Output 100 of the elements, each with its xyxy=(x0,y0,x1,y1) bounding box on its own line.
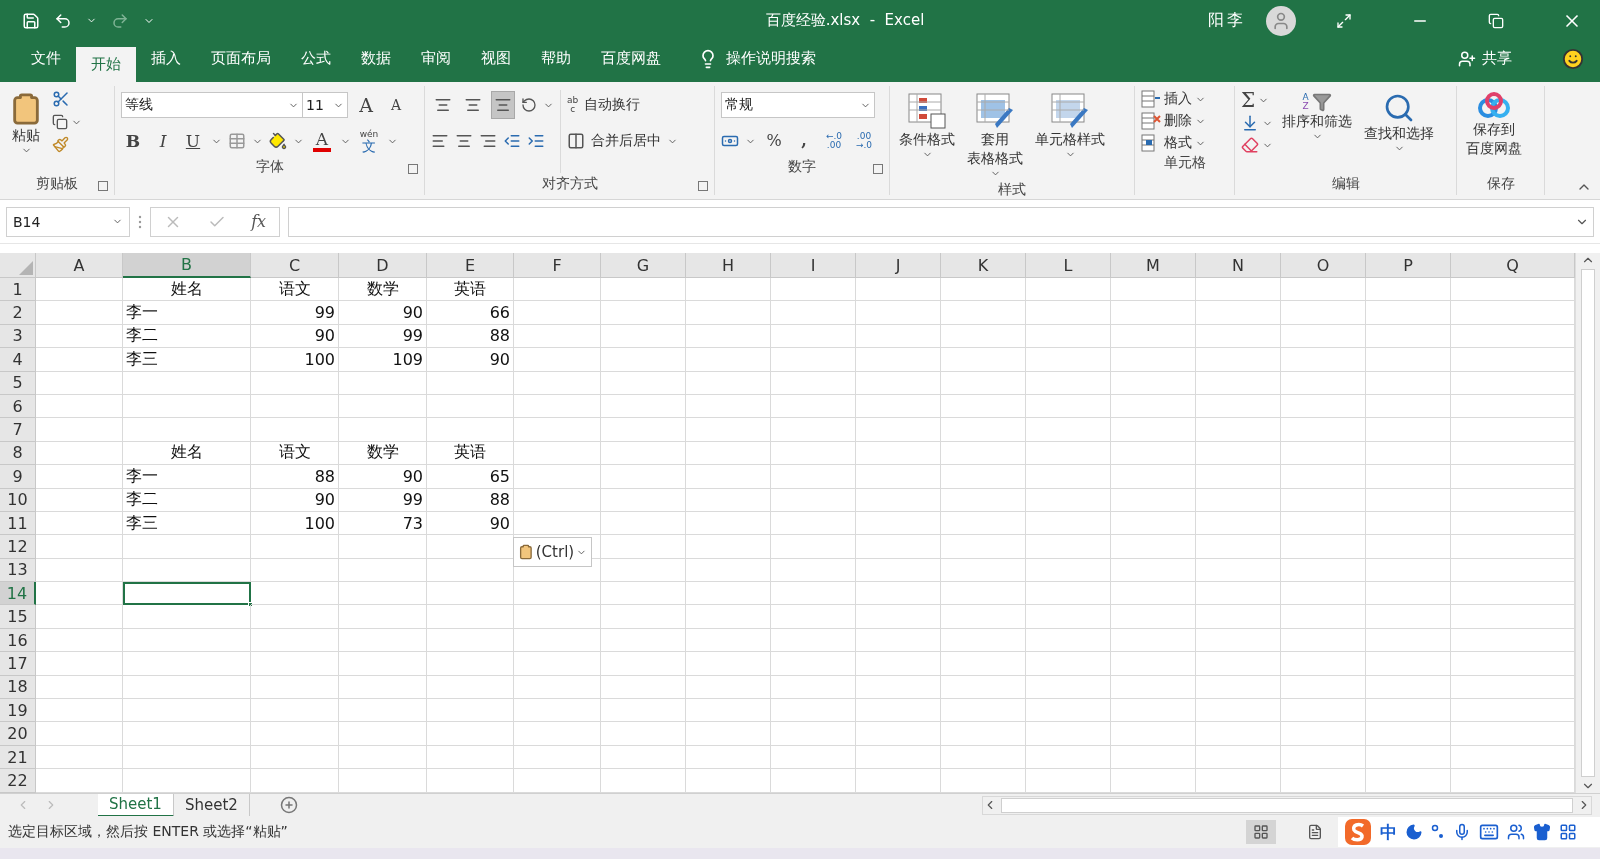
empty-cell[interactable] xyxy=(771,441,856,466)
row-header[interactable]: 21 xyxy=(0,745,36,770)
empty-cell[interactable] xyxy=(1196,652,1281,676)
empty-cell[interactable] xyxy=(1111,465,1196,489)
empty-cell[interactable] xyxy=(771,652,856,676)
font-color-button[interactable]: A xyxy=(310,127,334,155)
empty-cell[interactable] xyxy=(339,675,427,700)
empty-cell[interactable] xyxy=(771,394,856,419)
empty-cell[interactable] xyxy=(1366,722,1451,746)
empty-cell[interactable] xyxy=(1111,418,1196,442)
sort-filter-button[interactable]: A Z 排序和筛选 xyxy=(1279,90,1355,173)
row-header[interactable]: 16 xyxy=(0,628,36,653)
redo-icon[interactable] xyxy=(111,11,129,30)
empty-cell[interactable] xyxy=(514,324,601,349)
empty-cell[interactable] xyxy=(1281,348,1366,372)
empty-cell[interactable] xyxy=(1196,605,1281,629)
styles-button[interactable]: 单元格样式 xyxy=(1032,90,1108,181)
empty-cell[interactable] xyxy=(686,418,771,442)
empty-cell[interactable] xyxy=(251,535,339,559)
empty-cell[interactable] xyxy=(686,301,771,325)
align-left-icon[interactable] xyxy=(431,132,449,150)
empty-cell[interactable] xyxy=(123,605,251,629)
empty-cell[interactable] xyxy=(514,465,601,489)
ribbon-tab[interactable]: 视图 xyxy=(466,41,526,76)
ribbon-display-icon[interactable] xyxy=(1336,12,1352,29)
empty-cell[interactable] xyxy=(686,535,771,559)
empty-cell[interactable] xyxy=(1281,769,1366,793)
empty-cell[interactable] xyxy=(686,722,771,746)
empty-cell[interactable] xyxy=(941,628,1026,653)
empty-cell[interactable] xyxy=(1366,535,1451,559)
empty-cell[interactable] xyxy=(1366,441,1451,466)
empty-cell[interactable] xyxy=(427,722,514,746)
bottom-align-button[interactable] xyxy=(491,91,515,119)
smiley-icon[interactable] xyxy=(1562,47,1584,70)
normal-view-button[interactable] xyxy=(1246,820,1276,844)
empty-cell[interactable] xyxy=(941,769,1026,793)
empty-cell[interactable] xyxy=(1196,699,1281,723)
empty-cell[interactable] xyxy=(514,418,601,442)
empty-cell[interactable] xyxy=(1111,301,1196,325)
empty-cell[interactable] xyxy=(601,418,686,442)
empty-cell[interactable] xyxy=(514,488,601,512)
empty-cell[interactable] xyxy=(1366,301,1451,325)
borders-icon[interactable] xyxy=(228,132,246,150)
empty-cell[interactable] xyxy=(514,628,601,653)
row-header[interactable]: 11 xyxy=(0,511,36,536)
empty-cell[interactable] xyxy=(1111,675,1196,700)
wrap-text-button[interactable]: 自动换行 xyxy=(584,96,641,114)
empty-cell[interactable] xyxy=(123,722,251,746)
empty-cell[interactable] xyxy=(941,511,1026,536)
empty-cell[interactable] xyxy=(1111,722,1196,746)
column-header[interactable]: I xyxy=(771,253,856,278)
empty-cell[interactable] xyxy=(1026,675,1111,700)
empty-cell[interactable] xyxy=(941,465,1026,489)
empty-cell[interactable] xyxy=(339,745,427,770)
empty-cell[interactable] xyxy=(251,582,339,606)
empty-cell[interactable] xyxy=(1281,675,1366,700)
row-header[interactable]: 5 xyxy=(0,371,36,395)
column-header[interactable]: P xyxy=(1366,253,1451,278)
italic-button[interactable]: I xyxy=(151,127,175,155)
paste-options-menu[interactable]: (Ctrl) xyxy=(513,537,592,567)
empty-cell[interactable] xyxy=(771,488,856,512)
empty-cell[interactable] xyxy=(1111,699,1196,723)
drag-handle-icon[interactable] xyxy=(138,214,142,229)
merge-icon[interactable] xyxy=(567,132,585,150)
cells-button[interactable]: 格式 xyxy=(1164,134,1192,152)
empty-cell[interactable] xyxy=(771,465,856,489)
empty-cell[interactable] xyxy=(686,675,771,700)
shrink-font-button[interactable]: A xyxy=(384,91,408,119)
empty-cell[interactable] xyxy=(251,722,339,746)
empty-cell[interactable] xyxy=(941,278,1026,302)
dialog-launcher-icon[interactable] xyxy=(698,181,708,191)
empty-cell[interactable] xyxy=(941,558,1026,583)
empty-cell[interactable] xyxy=(427,582,514,606)
empty-cell[interactable] xyxy=(1366,418,1451,442)
empty-cell[interactable] xyxy=(1026,418,1111,442)
empty-cell[interactable] xyxy=(771,535,856,559)
cells-button[interactable]: 插入 xyxy=(1164,90,1192,108)
format-painter-icon[interactable] xyxy=(52,136,69,153)
empty-cell[interactable] xyxy=(514,394,601,419)
ribbon-tab[interactable]: 数据 xyxy=(346,41,406,76)
number-format-field[interactable]: 常规 xyxy=(721,92,875,118)
empty-cell[interactable] xyxy=(601,745,686,770)
column-header[interactable]: M xyxy=(1111,253,1196,278)
empty-cell[interactable] xyxy=(771,558,856,583)
empty-cell[interactable] xyxy=(601,278,686,302)
empty-cell[interactable] xyxy=(251,371,339,395)
empty-cell[interactable] xyxy=(427,745,514,770)
empty-cell[interactable] xyxy=(1366,605,1451,629)
empty-cell[interactable] xyxy=(1281,418,1366,442)
empty-cell[interactable] xyxy=(771,371,856,395)
empty-cell[interactable] xyxy=(601,348,686,372)
empty-cell[interactable] xyxy=(514,769,601,793)
empty-cell[interactable] xyxy=(123,418,251,442)
empty-cell[interactable] xyxy=(1366,675,1451,700)
increase-indent-icon[interactable] xyxy=(527,132,545,150)
empty-cell[interactable] xyxy=(514,652,601,676)
empty-cell[interactable] xyxy=(123,535,251,559)
empty-cell[interactable] xyxy=(1111,441,1196,466)
empty-cell[interactable] xyxy=(856,511,941,536)
column-header[interactable]: K xyxy=(941,253,1026,278)
